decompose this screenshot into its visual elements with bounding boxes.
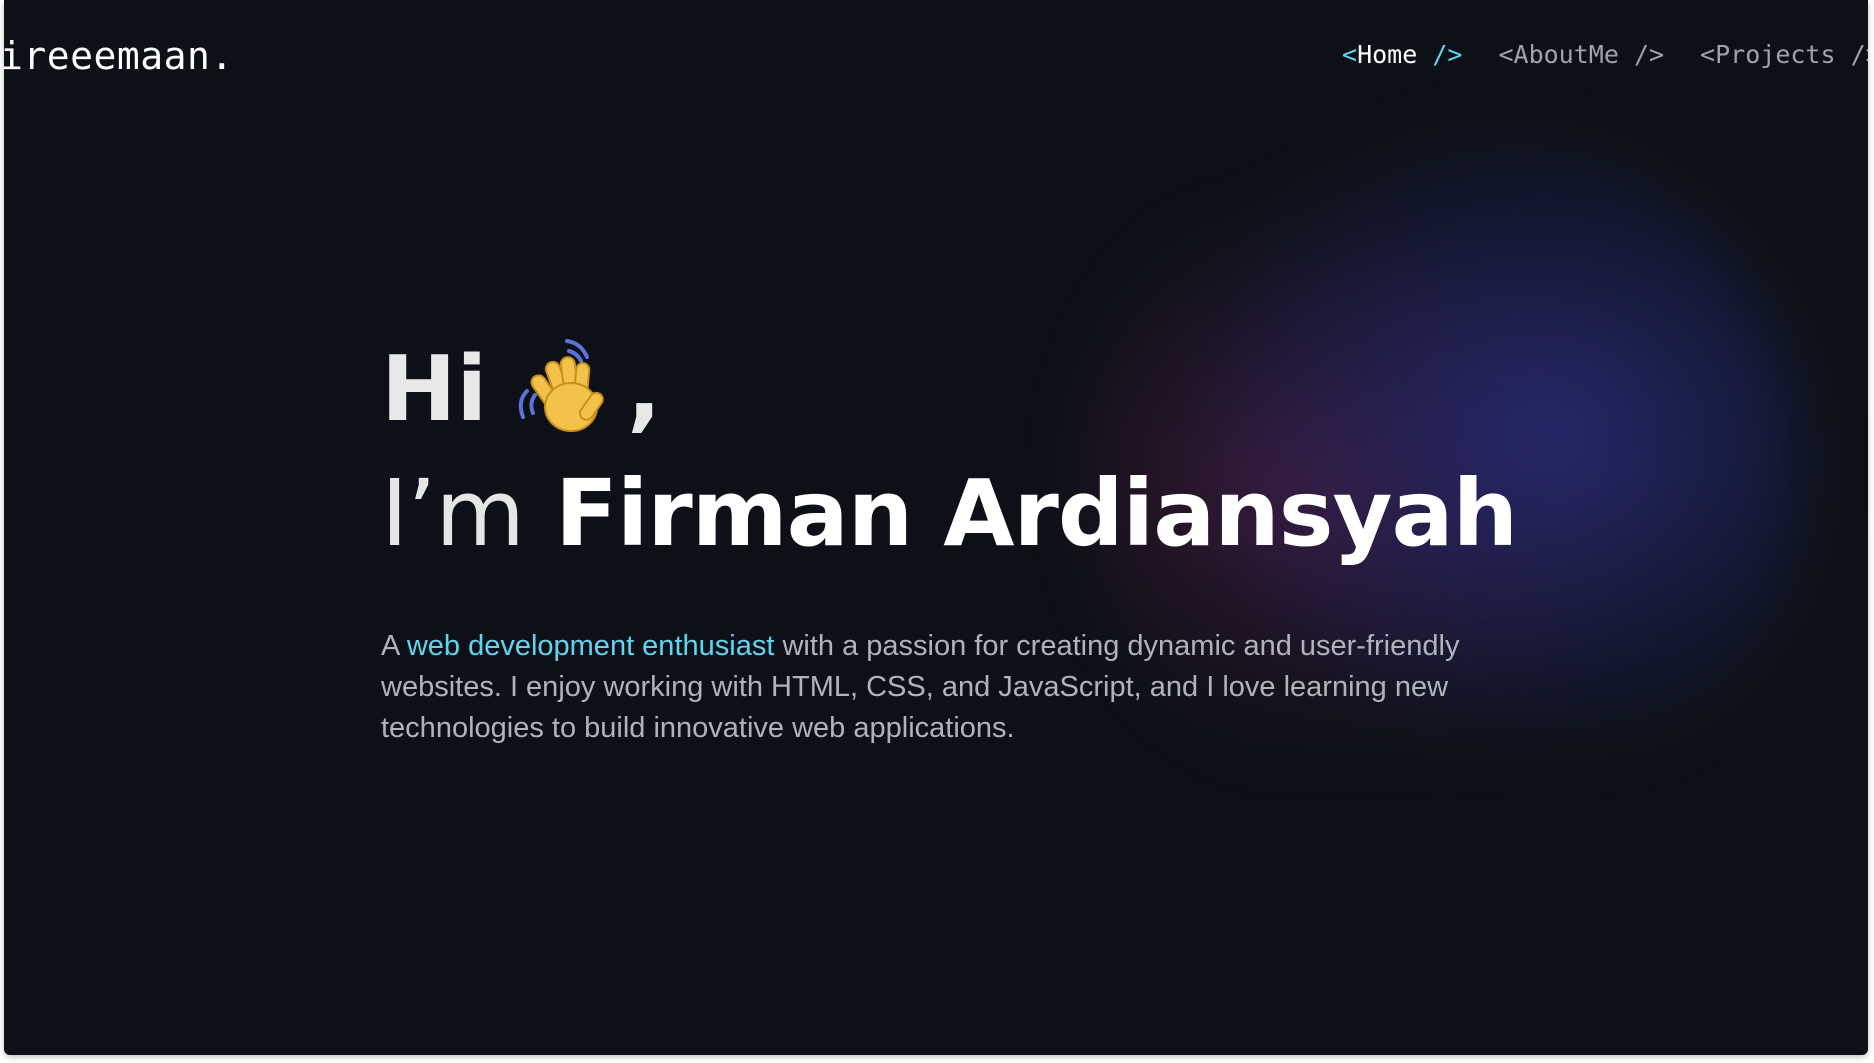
nav-link-label: Home: [1357, 40, 1418, 69]
nav-links: <Home /> <AboutMe /> <Projects />: [1342, 40, 1868, 69]
desc-prefix: A: [381, 629, 399, 662]
greeting-heading: Hi ,: [381, 320, 1481, 435]
nav-bracket-close: />: [1633, 40, 1665, 69]
nav-link-home[interactable]: <Home />: [1342, 40, 1462, 69]
hero-title-prefix: I’m: [381, 460, 525, 567]
nav-link-label: AboutMe: [1513, 40, 1619, 69]
greeting-comma: ,: [627, 337, 662, 442]
hero-name: Firman Ardiansyah: [555, 460, 1518, 567]
nav-bracket-close: />: [1850, 40, 1868, 69]
nav-link-projects[interactable]: <Projects />: [1700, 40, 1868, 69]
hero-section: Hi , I’m Firman Ardiansyah A web develop…: [381, 320, 1518, 778]
waving-hand-icon: [509, 333, 619, 443]
nav-link-aboutme[interactable]: <AboutMe />: [1498, 40, 1664, 69]
nav-bracket-close: />: [1432, 40, 1463, 69]
hero-description: A web development enthusiast with a pass…: [381, 626, 1471, 749]
navbar: ireeemaan. <Home /> <AboutMe /> <Project…: [4, 0, 1868, 115]
hero-title: I’m Firman Ardiansyah: [381, 460, 1518, 567]
nav-link-label: Projects: [1715, 40, 1836, 69]
nav-bracket-open: <: [1700, 40, 1716, 69]
nav-bracket-open: <: [1498, 40, 1514, 69]
browser-viewport: ireeemaan. <Home /> <AboutMe /> <Project…: [4, 0, 1868, 1055]
desc-highlight: web development enthusiast: [406, 629, 775, 662]
greeting-text: Hi: [381, 337, 488, 442]
nav-bracket-open: <: [1342, 40, 1358, 69]
site-logo[interactable]: ireeemaan.: [4, 34, 234, 78]
